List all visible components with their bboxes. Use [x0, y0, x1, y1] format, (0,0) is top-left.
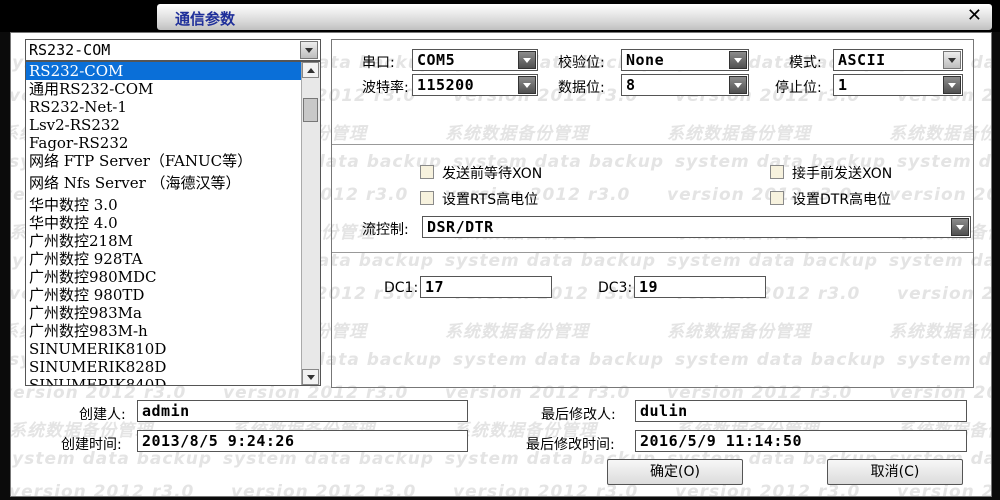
- dtr-checkbox[interactable]: [770, 191, 784, 205]
- databits-select[interactable]: 8: [621, 74, 749, 96]
- list-item[interactable]: 华中数控 3.0: [26, 196, 302, 214]
- rts-checkbox[interactable]: [420, 191, 434, 205]
- port-select[interactable]: COM5: [412, 49, 538, 71]
- dc3-label: DC3:: [598, 280, 633, 296]
- list-item[interactable]: Lsv2-RS232: [26, 116, 302, 134]
- chevron-down-icon[interactable]: [951, 218, 969, 236]
- list-item[interactable]: 广州数控218M: [26, 232, 302, 250]
- chevron-down-icon[interactable]: [729, 76, 747, 94]
- rts-label: 设置RTS高电位: [442, 192, 539, 208]
- flow-label: 流控制:: [362, 222, 409, 238]
- chevron-down-icon[interactable]: [300, 41, 318, 59]
- mode-label: 模式:: [789, 55, 822, 71]
- list-item[interactable]: 网络 FTP Server（FANUC等）: [26, 152, 302, 170]
- watermark-text: version 2012 r3.0: [11, 482, 195, 496]
- wait-xon-checkbox[interactable]: [420, 165, 434, 179]
- dialog-window: 通信参数 ✕ system data backup system data bac…: [0, 0, 1000, 500]
- flow-select[interactable]: DSR/DTR: [422, 216, 971, 238]
- list-item[interactable]: 广州数控980MDC: [26, 268, 302, 286]
- list-item[interactable]: SINUMERIK810D: [26, 340, 302, 358]
- mode-value: ASCII: [838, 51, 886, 69]
- modifier-value: dulin: [640, 402, 688, 420]
- title-bar[interactable]: 通信参数 ✕: [0, 0, 1000, 32]
- stopbits-value: 1: [838, 76, 848, 94]
- scroll-down-icon[interactable]: [302, 369, 319, 385]
- stopbits-label: 停止位:: [775, 80, 822, 96]
- list-item[interactable]: 广州数控 980TD: [26, 286, 302, 304]
- list-item[interactable]: SINUMERIK840D: [26, 376, 302, 385]
- baud-select[interactable]: 115200: [412, 74, 538, 96]
- stopbits-select[interactable]: 1: [833, 74, 963, 96]
- dc3-value: 19: [639, 278, 659, 296]
- modifier-label: 最后修改人:: [541, 407, 616, 423]
- databits-label: 数据位:: [558, 80, 605, 96]
- modified-time-label: 最后修改时间:: [526, 437, 615, 453]
- databits-value: 8: [626, 76, 636, 94]
- dtr-label: 设置DTR高电位: [792, 192, 892, 208]
- creator-label: 创建人:: [79, 407, 126, 423]
- list-scrollbar[interactable]: [301, 62, 320, 385]
- watermark-text: system data backup: [223, 449, 435, 469]
- created-time-value: 2013/8/5 9:24:26: [142, 432, 295, 450]
- modified-time-field: 2016/5/9 11:14:50: [635, 430, 967, 452]
- protocol-list[interactable]: RS232-COM 通用RS232-COM RS232-Net-1 Lsv2-RS23…: [25, 61, 321, 386]
- list-item[interactable]: 广州数控 928TA: [26, 250, 302, 268]
- chevron-down-icon[interactable]: [518, 51, 536, 69]
- dc1-input[interactable]: 17: [420, 276, 552, 298]
- send-xon-label: 接手前发送XON: [792, 166, 893, 182]
- baud-value: 115200: [417, 76, 475, 94]
- title-bar-background: [157, 4, 992, 30]
- chevron-down-icon[interactable]: [943, 51, 961, 69]
- list-item[interactable]: RS232-COM: [26, 62, 302, 80]
- list-item[interactable]: RS232-Net-1: [26, 98, 302, 116]
- modified-time-value: 2016/5/9 11:14:50: [640, 432, 803, 450]
- parity-value: None: [626, 51, 665, 69]
- chevron-down-icon[interactable]: [943, 76, 961, 94]
- dialog-body: system data backup system data backup syst…: [10, 32, 992, 497]
- cancel-button[interactable]: 取消(C): [827, 459, 963, 485]
- creator-value: admin: [142, 402, 190, 420]
- section-divider: [332, 252, 973, 253]
- list-item[interactable]: Fagor-RS232: [26, 134, 302, 152]
- dc3-input[interactable]: 19: [634, 276, 766, 298]
- dc1-label: DC1:: [384, 280, 419, 296]
- close-icon[interactable]: ✕: [967, 6, 982, 26]
- baud-label: 波特率:: [362, 80, 409, 96]
- scroll-thumb[interactable]: [303, 98, 318, 122]
- section-divider: [332, 144, 973, 145]
- watermark-text: version 2012 r3.0: [231, 482, 417, 496]
- list-item[interactable]: 通用RS232-COM: [26, 80, 302, 98]
- mode-select[interactable]: ASCII: [833, 49, 963, 71]
- modifier-field: dulin: [635, 400, 967, 422]
- chevron-down-icon[interactable]: [729, 51, 747, 69]
- list-item[interactable]: 广州数控983Ma: [26, 304, 302, 322]
- list-item[interactable]: 华中数控 4.0: [26, 214, 302, 232]
- ok-button[interactable]: 确定(O): [607, 459, 743, 485]
- protocol-select[interactable]: RS232-COM: [25, 39, 321, 61]
- protocol-select-value: RS232-COM: [29, 41, 111, 59]
- dc1-value: 17: [425, 278, 445, 296]
- window-title: 通信参数: [175, 10, 236, 28]
- list-item[interactable]: 广州数控983M-h: [26, 322, 302, 340]
- created-time-label: 创建时间:: [61, 437, 122, 453]
- settings-panel: 串口: COM5 校验位: None 模式: ASCII 波特率: 115200…: [331, 39, 974, 388]
- flow-value: DSR/DTR: [427, 218, 494, 236]
- chevron-down-icon[interactable]: [518, 76, 536, 94]
- scroll-up-icon[interactable]: [302, 62, 319, 78]
- port-value: COM5: [417, 51, 456, 69]
- wait-xon-label: 发送前等待XON: [442, 166, 543, 182]
- creator-field: admin: [137, 400, 468, 422]
- port-label: 串口:: [362, 55, 395, 71]
- list-item[interactable]: 网络 Nfs Server （海德汉等）: [26, 174, 302, 192]
- list-item[interactable]: SINUMERIK828D: [26, 358, 302, 376]
- parity-select[interactable]: None: [621, 49, 749, 71]
- parity-label: 校验位:: [558, 55, 605, 71]
- created-time-field: 2013/8/5 9:24:26: [137, 430, 468, 452]
- send-xon-checkbox[interactable]: [770, 165, 784, 179]
